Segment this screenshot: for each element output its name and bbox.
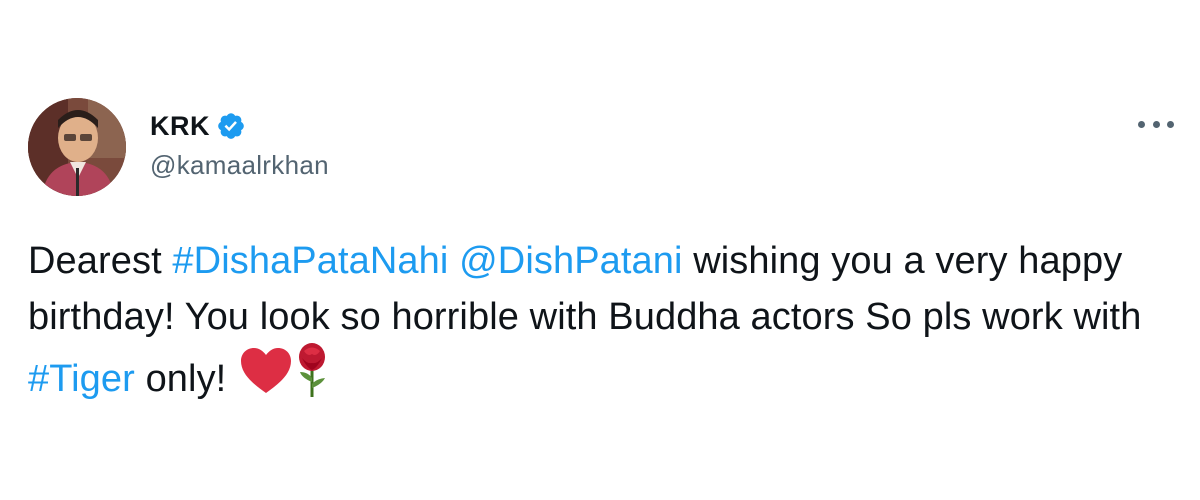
more-options-icon[interactable] <box>1138 112 1174 136</box>
avatar[interactable] <box>28 98 126 196</box>
tweet-text-part: Dearest <box>28 240 173 282</box>
author-name-row: KRK <box>150 108 246 144</box>
rose-icon <box>295 342 329 414</box>
tweet-text-space <box>448 240 459 282</box>
display-name[interactable]: KRK <box>150 111 210 142</box>
verified-badge-icon <box>216 111 246 141</box>
more-dot <box>1152 120 1160 128</box>
hashtag-link[interactable]: #Tiger <box>28 358 135 400</box>
author-handle[interactable]: @kamaalrkhan <box>150 150 329 181</box>
more-dot <box>1167 120 1174 128</box>
tweet-text: Dearest #DishaPataNahi @DishPatani wishi… <box>28 233 1178 417</box>
more-dot <box>1138 120 1145 128</box>
tweet-card[interactable]: KRK @kamaalrkhan Dearest #DishaPataNahi … <box>0 0 1200 500</box>
tweet-text-part: only! <box>134 358 237 401</box>
mention-link[interactable]: @DishPatani <box>459 240 682 282</box>
red-heart-icon <box>237 345 295 411</box>
hashtag-link[interactable]: #DishaPataNahi <box>172 240 448 282</box>
